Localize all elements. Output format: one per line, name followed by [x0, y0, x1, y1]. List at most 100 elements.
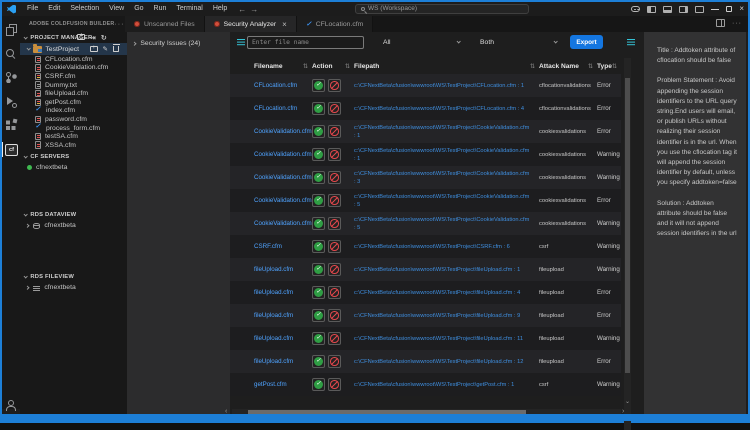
activity-item-coldfusion[interactable]: cf [2, 142, 20, 157]
tree-item-project[interactable]: TestProject ✎ [20, 43, 127, 55]
tab-security-analyzer[interactable]: Security Analyzer× [205, 16, 297, 32]
sidebar-more-actions-icon[interactable]: ··· [114, 21, 124, 28]
issue-filepath-link[interactable]: c:\CFNextBeta\cfusion\wwwroot\WS\TestPro… [354, 216, 539, 232]
issue-filepath-link[interactable]: c:\CFNextBeta\cfusion\wwwroot\WS\TestPro… [354, 335, 539, 343]
sort-icon[interactable]: ⇅ [303, 63, 308, 70]
rds-dataview-item[interactable]: cfnextbeta [20, 221, 127, 231]
mark-safe-button[interactable] [312, 286, 325, 299]
mark-unsafe-button[interactable] [328, 309, 341, 322]
mark-safe-button[interactable] [312, 263, 325, 276]
tree-item-file[interactable]: CookieValidation.cfm [20, 64, 127, 73]
issue-filepath-link[interactable]: c:\CFNextBeta\cfusion\wwwroot\WS\TestPro… [354, 289, 539, 297]
issue-filepath-link[interactable]: c:\CFNextBeta\cfusion\wwwroot\WS\TestPro… [354, 124, 539, 140]
tree-item-file[interactable]: process_form.cfm [20, 124, 127, 133]
activity-item-account[interactable] [2, 397, 20, 412]
menu-selection[interactable]: Selection [65, 2, 104, 16]
mark-unsafe-button[interactable] [328, 355, 341, 368]
split-editor-icon[interactable] [716, 19, 725, 27]
confidence-dropdown[interactable]: Both [480, 36, 560, 49]
menu-view[interactable]: View [104, 2, 129, 16]
mark-safe-button[interactable] [312, 309, 325, 322]
copilot-icon[interactable] [631, 6, 640, 12]
add-project-icon[interactable] [77, 34, 85, 40]
issue-filepath-link[interactable]: c:\CFNextBeta\cfusion\wwwroot\WS\TestPro… [354, 381, 539, 389]
issue-filepath-link[interactable]: c:\CFNextBeta\cfusion\wwwroot\WS\TestPro… [354, 312, 539, 320]
activity-item-extensions[interactable] [2, 118, 20, 133]
vertical-scrollbar[interactable] [624, 58, 631, 430]
mark-unsafe-button[interactable] [328, 240, 341, 253]
import-project-icon[interactable]: ⇥ [90, 34, 96, 42]
mark-safe-button[interactable] [312, 240, 325, 253]
issue-filename-link[interactable]: CFLocation.cfm [254, 105, 312, 112]
issue-filename-link[interactable]: fileUpload.cfm [254, 335, 312, 342]
tab-unscanned-files[interactable]: Unscanned Files [125, 16, 205, 32]
sort-icon[interactable]: ⇅ [588, 63, 593, 70]
menu-run[interactable]: Run [149, 2, 172, 16]
mark-safe-button[interactable] [312, 332, 325, 345]
issue-filename-link[interactable]: CookieValidation.cfm [254, 151, 312, 158]
customize-layout-icon[interactable] [695, 6, 704, 13]
mark-unsafe-button[interactable] [328, 79, 341, 92]
issue-filename-link[interactable]: fileUpload.cfm [254, 312, 312, 319]
issue-filepath-link[interactable]: c:\CFNextBeta\cfusion\wwwroot\WS\TestPro… [354, 105, 539, 113]
history-back-forward-icons[interactable]: ←→ [238, 5, 262, 14]
close-button[interactable]: × [739, 2, 744, 16]
mark-unsafe-button[interactable] [328, 286, 341, 299]
tab-cflocation-cfm[interactable]: ✓CFLocation.cfm [297, 16, 373, 32]
menu-help[interactable]: Help [208, 2, 232, 16]
issue-filename-link[interactable]: CookieValidation.cfm [254, 128, 312, 135]
tree-item-file[interactable]: XSSA.cfm [20, 141, 127, 150]
close-tab-icon[interactable]: × [282, 20, 287, 29]
mark-unsafe-button[interactable] [328, 378, 341, 391]
issue-filename-link[interactable]: getPost.cfm [254, 381, 312, 388]
toggle-secondary-sidebar-icon[interactable] [679, 6, 688, 13]
mark-safe-button[interactable] [312, 102, 325, 115]
tree-item-file[interactable]: CSRF.cfm [20, 72, 127, 81]
sort-icon[interactable]: ⇅ [530, 63, 535, 70]
toggle-sidebar-icon[interactable] [647, 6, 656, 13]
export-button[interactable]: Export [570, 35, 603, 49]
new-file-icon[interactable] [90, 46, 98, 52]
project-manager-section[interactable]: PROJECT MANAGER ⇥ ↻ [20, 32, 127, 43]
sort-icon[interactable]: ⇅ [345, 63, 350, 70]
issue-filename-link[interactable]: CookieValidation.cfm [254, 220, 312, 227]
cf-servers-section[interactable]: CF SERVERS [20, 152, 127, 163]
issue-filepath-link[interactable]: c:\CFNextBeta\cfusion\wwwroot\WS\TestPro… [354, 243, 539, 251]
mark-unsafe-button[interactable] [328, 171, 341, 184]
rds-fileview-section[interactable]: RDS FILEVIEW [20, 272, 127, 283]
mark-unsafe-button[interactable] [328, 194, 341, 207]
mark-safe-button[interactable] [312, 125, 325, 138]
issue-filepath-link[interactable]: c:\CFNextBeta\cfusion\wwwroot\WS\TestPro… [354, 193, 539, 209]
issue-filename-link[interactable]: CookieValidation.cfm [254, 197, 312, 204]
issue-filename-link[interactable]: fileUpload.cfm [254, 358, 312, 365]
mark-unsafe-button[interactable] [328, 148, 341, 161]
mark-safe-button[interactable] [312, 194, 325, 207]
mark-safe-button[interactable] [312, 217, 325, 230]
mark-safe-button[interactable] [312, 148, 325, 161]
issue-filename-link[interactable]: CFLocation.cfm [254, 82, 312, 89]
issue-filepath-link[interactable]: c:\CFNextBeta\cfusion\wwwroot\WS\TestPro… [354, 147, 539, 163]
maximize-button[interactable] [726, 6, 732, 12]
delete-icon[interactable] [113, 46, 119, 52]
activity-item-source-control[interactable] [2, 70, 20, 85]
file-name-filter-input[interactable] [247, 36, 364, 49]
menu-terminal[interactable]: Terminal [171, 2, 207, 16]
menu-go[interactable]: Go [129, 2, 148, 16]
menu-edit[interactable]: Edit [43, 2, 65, 16]
activity-item-explorer[interactable] [2, 22, 20, 37]
workspace-search[interactable]: WS (Workspace) [355, 4, 529, 14]
issue-filepath-link[interactable]: c:\CFNextBeta\cfusion\wwwroot\WS\TestPro… [354, 358, 539, 366]
tree-item-file[interactable]: testSA.cfm [20, 132, 127, 141]
mark-unsafe-button[interactable] [328, 217, 341, 230]
menu-icon[interactable] [627, 39, 635, 40]
issue-filename-link[interactable]: fileUpload.cfm [254, 266, 312, 273]
activity-item-run-debug[interactable] [2, 94, 20, 109]
tree-item-file[interactable]: fileUpload.cfm [20, 89, 127, 98]
activity-item-search[interactable] [2, 46, 20, 61]
menu-file[interactable]: File [22, 2, 43, 16]
rds-fileview-item[interactable]: cfnextbeta [20, 283, 127, 293]
mark-unsafe-button[interactable] [328, 125, 341, 138]
issue-filename-link[interactable]: fileUpload.cfm [254, 289, 312, 296]
toggle-panel-icon[interactable] [663, 6, 672, 13]
issue-filepath-link[interactable]: c:\CFNextBeta\cfusion\wwwroot\WS\TestPro… [354, 266, 539, 274]
